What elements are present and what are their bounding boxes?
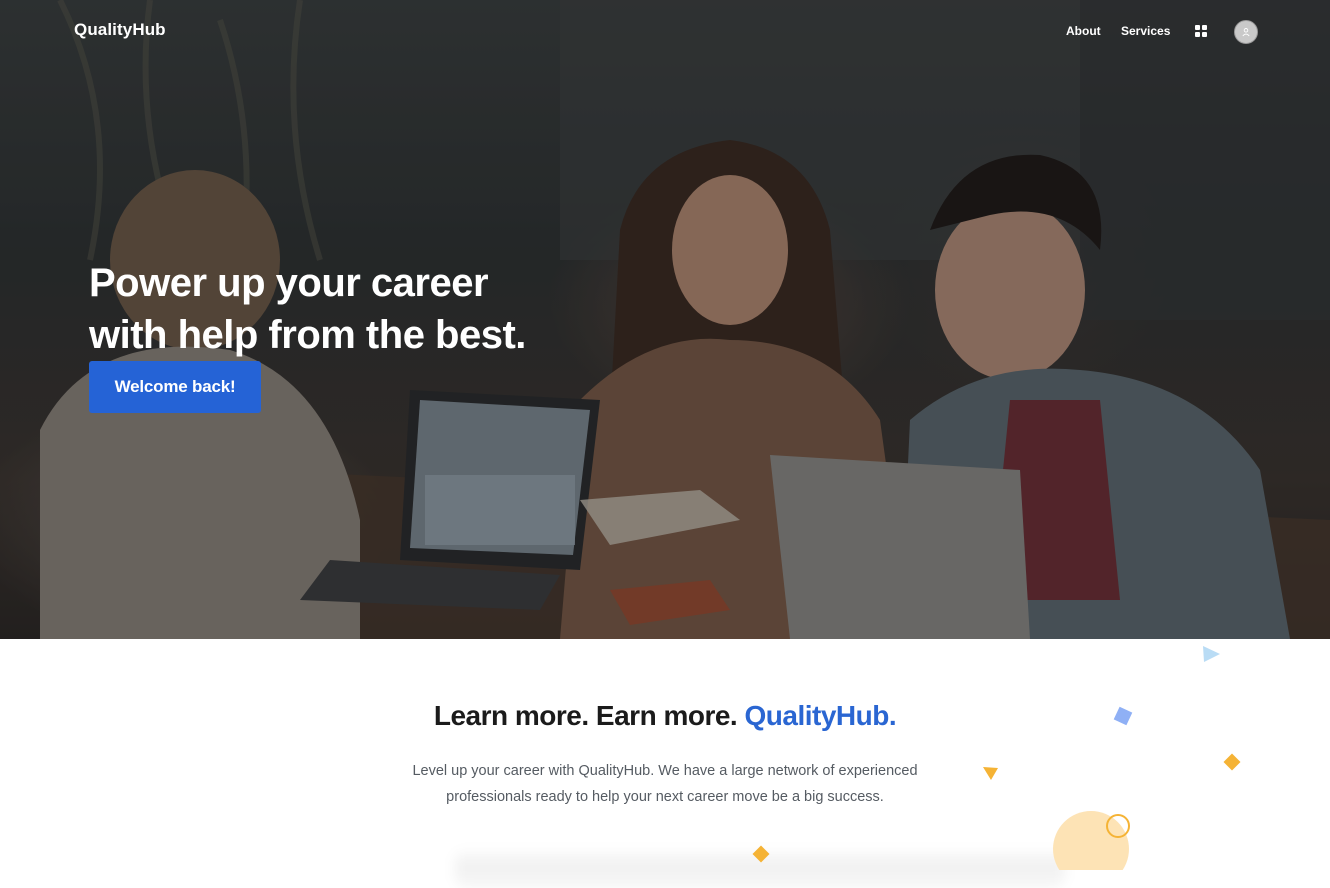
nav-link-services[interactable]: Services (1121, 24, 1170, 38)
person-icon (1242, 28, 1250, 37)
brand-logo[interactable]: QualityHub (74, 20, 166, 40)
hero-headline: Power up your career with help from the … (89, 257, 609, 361)
decorative-ring-orange (1106, 814, 1130, 838)
apps-grid-icon[interactable] (1195, 25, 1207, 37)
welcome-back-button[interactable]: Welcome back! (89, 361, 261, 413)
grid-cell (1202, 25, 1207, 30)
intro-heading-accent: QualityHub. (744, 700, 897, 731)
hero-headline-line-1: Power up your career (89, 260, 489, 305)
intro-description: Level up your career with QualityHub. We… (412, 763, 918, 805)
decorative-triangle-light-blue (1203, 646, 1220, 662)
decorative-diamond-orange (1223, 753, 1241, 771)
grid-cell (1202, 32, 1207, 37)
nav-link-about[interactable]: About (1066, 24, 1101, 38)
hero-headline-line-2: with help from the best. (89, 312, 526, 357)
hero-section: QualityHub About Services Power up your … (0, 0, 1330, 639)
grid-cell (1195, 25, 1200, 30)
decorative-diamond-blue (1113, 706, 1133, 726)
top-navigation: QualityHub About Services (0, 0, 1330, 62)
decorative-diamond-orange-small (752, 845, 770, 863)
user-avatar-icon[interactable] (1234, 20, 1258, 44)
intro-heading-main: Learn more. Earn more. (433, 700, 745, 731)
decorative-triangle-orange (983, 767, 998, 780)
grid-cell (1195, 32, 1200, 37)
